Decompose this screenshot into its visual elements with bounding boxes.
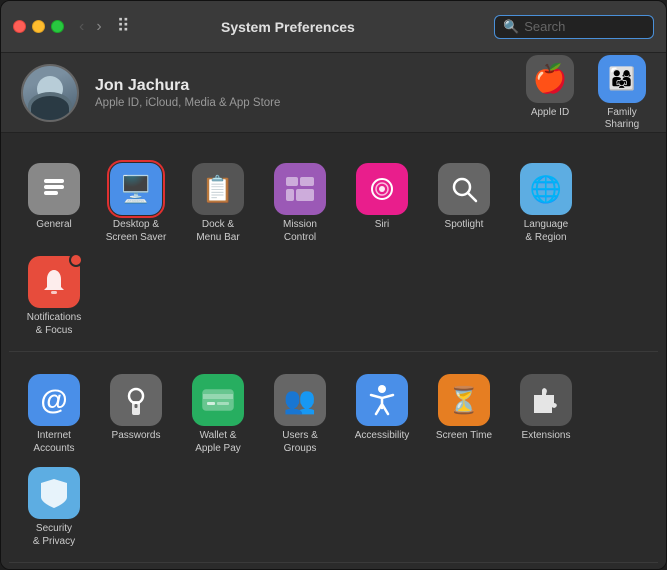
dock-menubar-label: Dock &Menu Bar xyxy=(196,219,239,244)
siri-icon xyxy=(356,163,408,215)
minimize-button[interactable] xyxy=(32,20,45,33)
internet-accounts-icon: @ xyxy=(28,374,80,426)
section-1: General 🖥️ Desktop &Screen Saver 📋 Dock … xyxy=(9,149,658,352)
language-region-label: Language& Region xyxy=(524,219,569,244)
profile-actions: 🍎 Apple ID 👨‍👩‍👧 FamilySharing xyxy=(526,55,646,131)
section-2: @ InternetAccounts Passwords xyxy=(9,360,658,563)
general-icon xyxy=(28,163,80,215)
family-sharing-button[interactable]: 👨‍👩‍👧 FamilySharing xyxy=(598,55,646,131)
pref-extensions[interactable]: Extensions xyxy=(505,368,587,461)
dock-menubar-icon: 📋 xyxy=(192,163,244,215)
screen-time-label: Screen Time xyxy=(436,430,492,443)
apple-id-icon: 🍎 xyxy=(526,55,574,103)
security-privacy-label: Security& Privacy xyxy=(33,523,75,548)
profile-name: Jon Jachura xyxy=(95,77,510,95)
profile-row: Jon Jachura Apple ID, iCloud, Media & Ap… xyxy=(1,53,666,133)
window-title: System Preferences xyxy=(82,19,494,35)
mission-control-label: MissionControl xyxy=(283,219,317,244)
spotlight-label: Spotlight xyxy=(445,219,484,232)
pref-language-region[interactable]: 🌐 Language& Region xyxy=(505,157,587,250)
family-sharing-icon: 👨‍👩‍👧 xyxy=(598,55,646,103)
search-input[interactable] xyxy=(524,19,645,34)
spotlight-icon xyxy=(438,163,490,215)
pref-siri[interactable]: Siri xyxy=(341,157,423,250)
system-preferences-window: ‹ › ⠿ System Preferences 🔍 Jon Jachura A… xyxy=(0,0,667,570)
pref-spotlight[interactable]: Spotlight xyxy=(423,157,505,250)
pref-security-privacy[interactable]: Security& Privacy xyxy=(13,461,95,554)
siri-label: Siri xyxy=(375,219,389,232)
screen-time-icon: ⏳ xyxy=(438,374,490,426)
avatar[interactable] xyxy=(21,64,79,122)
internet-accounts-label: InternetAccounts xyxy=(33,430,74,455)
pref-mission-control[interactable]: MissionControl xyxy=(259,157,341,250)
pref-notifications-focus[interactable]: Notifications& Focus xyxy=(13,250,95,343)
notifications-focus-icon xyxy=(28,256,80,308)
profile-info: Jon Jachura Apple ID, iCloud, Media & Ap… xyxy=(95,77,510,109)
pref-screen-time[interactable]: ⏳ Screen Time xyxy=(423,368,505,461)
general-label: General xyxy=(36,219,72,232)
accessibility-icon xyxy=(356,374,408,426)
notification-badge xyxy=(69,253,83,267)
search-bar[interactable]: 🔍 xyxy=(494,15,654,39)
extensions-icon xyxy=(520,374,572,426)
titlebar: ‹ › ⠿ System Preferences 🔍 xyxy=(1,1,666,53)
profile-subtitle: Apple ID, iCloud, Media & App Store xyxy=(95,97,510,109)
pref-accessibility[interactable]: Accessibility xyxy=(341,368,423,461)
pref-wallet-applepay[interactable]: Wallet &Apple Pay xyxy=(177,368,259,461)
family-sharing-label: FamilySharing xyxy=(605,107,639,131)
search-icon: 🔍 xyxy=(503,19,519,35)
mission-control-icon xyxy=(274,163,326,215)
pref-desktop-screensaver[interactable]: 🖥️ Desktop &Screen Saver xyxy=(95,157,177,250)
desktop-screensaver-icon: 🖥️ xyxy=(110,163,162,215)
desktop-screensaver-label: Desktop &Screen Saver xyxy=(106,219,167,244)
language-region-icon: 🌐 xyxy=(520,163,572,215)
notifications-focus-label: Notifications& Focus xyxy=(27,312,81,337)
users-groups-icon: 👥 xyxy=(274,374,326,426)
pref-internet-accounts[interactable]: @ InternetAccounts xyxy=(13,368,95,461)
prefs-grid: General 🖥️ Desktop &Screen Saver 📋 Dock … xyxy=(1,133,666,569)
apple-id-button[interactable]: 🍎 Apple ID xyxy=(526,55,574,131)
users-groups-label: Users &Groups xyxy=(282,430,318,455)
wallet-applepay-label: Wallet &Apple Pay xyxy=(195,430,241,455)
traffic-lights xyxy=(13,20,64,33)
accessibility-label: Accessibility xyxy=(355,430,409,443)
maximize-button[interactable] xyxy=(51,20,64,33)
close-button[interactable] xyxy=(13,20,26,33)
pref-dock-menubar[interactable]: 📋 Dock &Menu Bar xyxy=(177,157,259,250)
wallet-applepay-icon xyxy=(192,374,244,426)
security-privacy-icon xyxy=(28,467,80,519)
pref-general[interactable]: General xyxy=(13,157,95,250)
pref-users-groups[interactable]: 👥 Users &Groups xyxy=(259,368,341,461)
passwords-label: Passwords xyxy=(112,430,161,443)
passwords-icon xyxy=(110,374,162,426)
extensions-label: Extensions xyxy=(522,430,571,443)
apple-id-label: Apple ID xyxy=(531,107,569,119)
pref-passwords[interactable]: Passwords xyxy=(95,368,177,461)
